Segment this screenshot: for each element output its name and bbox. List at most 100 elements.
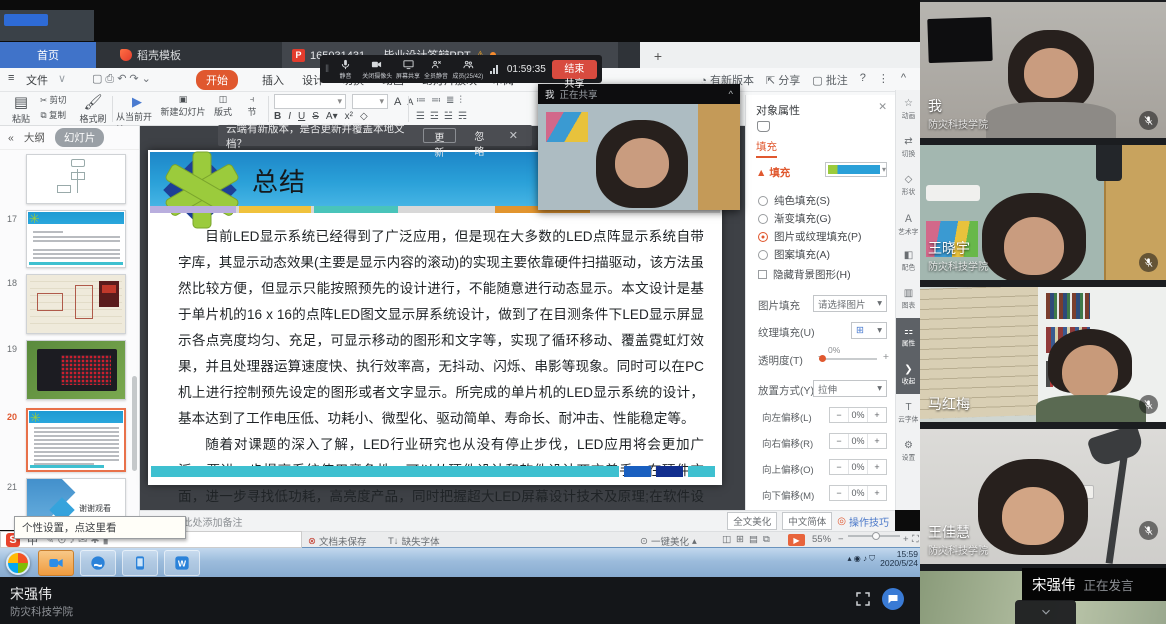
zoom-out-button[interactable]: − (838, 534, 844, 545)
taskbar-tim-app[interactable] (80, 550, 116, 576)
more-button[interactable]: ⋮ (878, 72, 889, 88)
menu-insert[interactable]: 插入 (262, 72, 284, 88)
collapse-sidebar-button[interactable] (1015, 600, 1076, 624)
rail-settings[interactable]: ⚙设置 (896, 432, 921, 470)
language-chip[interactable]: 中文简体 (782, 512, 832, 530)
fill-tab[interactable]: 填充 (756, 139, 777, 158)
slider-knob[interactable] (819, 355, 826, 362)
chat-button[interactable] (882, 588, 904, 610)
view-switcher[interactable]: ◫⊞▤⧉ (722, 534, 770, 545)
fill-preview-dropdown[interactable]: ▾ (825, 162, 887, 177)
mute-all-button[interactable]: 全员静音 (423, 59, 449, 80)
tab-home[interactable]: 首页 (0, 42, 96, 68)
collapse-ribbon-button[interactable]: ^ (901, 72, 906, 88)
notes-bar[interactable]: ▣ 单击此处添加备注 全文美化 中文简体 ◎操作技巧 (140, 510, 895, 531)
collapse-panel-icon[interactable]: « (8, 132, 14, 144)
camera-off-button[interactable]: 关闭摄像头 (361, 59, 394, 80)
zoom-knob[interactable] (872, 532, 880, 540)
offset-up-stepper[interactable]: −0%+ (829, 459, 887, 475)
camera-preview-window[interactable]: 我 正在共享 ^ (538, 84, 740, 210)
font-size-select[interactable]: ▾ (352, 94, 388, 109)
update-button[interactable]: 更新 (423, 128, 456, 143)
share-button[interactable]: ⇱ 分享 (766, 72, 800, 88)
taskbar-clock[interactable]: 15:59 2020/5/24 (880, 550, 918, 568)
file-menu[interactable]: 文件 (26, 72, 48, 88)
close-panel-icon[interactable]: ✕ (878, 101, 887, 113)
font-name-select[interactable]: ▾ (274, 94, 346, 109)
drag-handle-icon[interactable]: ‖ (325, 64, 329, 75)
hide-background-checkbox[interactable]: 隐藏背景图形(H) (758, 267, 851, 282)
ignore-button[interactable]: 忽略 (464, 128, 495, 143)
zoom-percent[interactable]: 55% (812, 534, 831, 545)
format-painter-button[interactable]: 🖌格式刷 (76, 94, 110, 125)
rail-chart[interactable]: ▥图表 (896, 280, 921, 318)
missing-fonts-status[interactable]: T↓缺失字体 (388, 534, 440, 548)
rail-transition[interactable]: ⇄切换 (896, 128, 921, 166)
list-buttons[interactable]: ≔≕≣⫶ (416, 95, 462, 106)
thumbnails-scrollbar[interactable] (132, 376, 137, 471)
gradient-fill-radio[interactable]: 渐变填充(G) (758, 211, 831, 226)
fill-section-header[interactable]: ▲ 填充 (756, 165, 790, 180)
rail-colors[interactable]: ◧配色 (896, 242, 921, 280)
video-feed-wangxiaoyu[interactable]: 王晓宇 防灾科技学院 (920, 145, 1166, 280)
grow-font-button[interactable]: A (394, 96, 401, 108)
tray-icons[interactable]: ▴ ◉ ♪ ⛉ (848, 554, 876, 564)
outline-tab[interactable]: 大纲 (24, 130, 45, 145)
beautify-button[interactable]: ⊙一键美化▴ (640, 534, 697, 548)
placement-select[interactable]: 拉伸▾ (813, 380, 887, 397)
tab-docer[interactable]: 稻壳模板 (110, 42, 242, 68)
picture-fill-select[interactable]: 请选择图片▾ (813, 295, 887, 312)
rail-collapse[interactable]: ❯收起 (896, 356, 921, 394)
video-feed-wangjiahui[interactable]: 王佳慧 防灾科技学院 (920, 429, 1166, 564)
menu-icon[interactable]: ≡ (8, 72, 14, 84)
end-share-button[interactable]: 结束共享 (552, 60, 597, 79)
video-feed-me[interactable]: 我 防灾科技学院 (920, 2, 1166, 138)
paste-button[interactable]: ▤粘贴 (4, 94, 38, 125)
video-feed-mahongmei[interactable]: 马红梅 (920, 287, 1166, 422)
quick-access-toolbar[interactable]: ▢⎙↶↷⌄ (92, 72, 154, 86)
section-button[interactable]: ⫞节 (240, 94, 264, 118)
zoom-slider[interactable] (848, 535, 900, 537)
slides-tab[interactable]: 幻灯片 (55, 128, 105, 147)
beautify-all-chip[interactable]: 全文美化 (727, 512, 777, 530)
thumbnail-slide-17[interactable]: ✳ (26, 210, 126, 268)
members-button[interactable]: 成员(25/42) (451, 59, 485, 80)
help-button[interactable]: ? (860, 72, 866, 88)
tips-link[interactable]: ◎操作技巧 (837, 514, 889, 529)
taskbar-meeting-app[interactable] (38, 550, 74, 576)
offset-left-stepper[interactable]: −0%+ (829, 407, 887, 423)
collapse-preview-icon[interactable]: ^ (729, 89, 733, 100)
opacity-slider[interactable] (819, 358, 877, 360)
thumbnail-slide-16[interactable] (26, 154, 126, 204)
start-button[interactable] (6, 551, 30, 575)
comment-button[interactable]: ▢ 批注 (812, 72, 847, 88)
layout-button[interactable]: ◫版式 (208, 94, 238, 118)
solid-fill-radio[interactable]: 纯色填充(S) (758, 193, 830, 208)
taskbar-phone-app[interactable] (122, 550, 158, 576)
menu-start[interactable]: 开始 (196, 70, 238, 90)
align-buttons[interactable]: ☰☲☱☴ (416, 111, 467, 122)
offset-right-stepper[interactable]: −0%+ (829, 433, 887, 449)
picture-fill-radio[interactable]: 图片或纹理填充(P) (758, 229, 862, 244)
thumbnail-slide-20-selected[interactable]: ✳ (26, 408, 126, 472)
rail-wordart[interactable]: Ａ艺术字 (896, 204, 921, 242)
rail-cloud-font[interactable]: T云字体 (896, 394, 921, 432)
cut-button[interactable]: ✂ 剪切 (40, 94, 67, 106)
rail-animation[interactable]: ☆动画 (896, 90, 921, 128)
zoom-in-button[interactable]: + (903, 534, 909, 545)
thumbnail-slide-18[interactable] (26, 274, 126, 334)
rail-properties-active[interactable]: ⚏属性 (896, 318, 921, 356)
offset-down-stepper[interactable]: −0%+ (829, 485, 887, 501)
new-tab-button[interactable]: + (648, 46, 668, 66)
fullscreen-button[interactable] (854, 590, 872, 613)
taskbar-wps-app[interactable]: W (164, 550, 200, 576)
close-notification-icon[interactable]: ✕ (503, 128, 524, 143)
mute-button[interactable]: 静音 (333, 59, 359, 80)
copy-button[interactable]: ⧉ 复制 (41, 109, 66, 121)
file-menu-caret-icon[interactable]: ∨ (58, 72, 66, 85)
pattern-fill-radio[interactable]: 图案填充(A) (758, 247, 830, 262)
slideshow-play-button[interactable]: ▶ (788, 534, 805, 546)
new-slide-button[interactable]: ▣新建幻灯片 (160, 94, 206, 118)
rail-shape[interactable]: ◇形状 (896, 166, 921, 204)
opacity-plus-button[interactable]: + (883, 351, 889, 363)
